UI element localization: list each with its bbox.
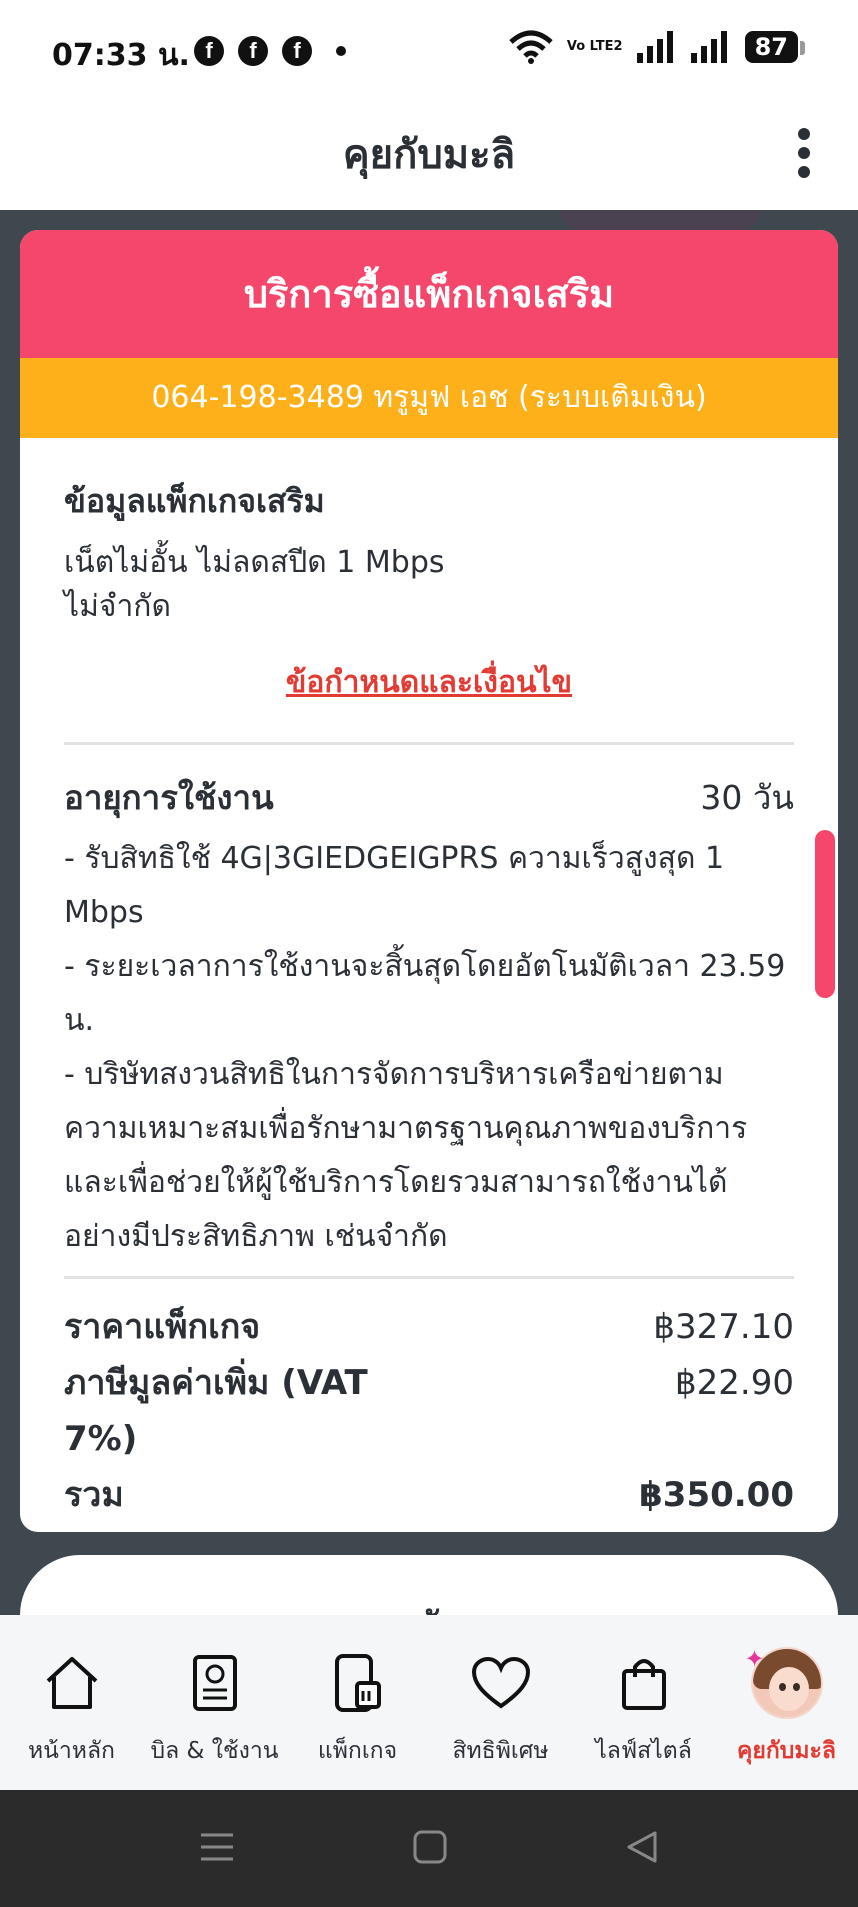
price-row: ราคาแพ็กเกจ ฿327.10 <box>64 1299 794 1355</box>
modal-backdrop: บริการซื้อแพ็กเกจเสริม 064-198-3489 ทรูม… <box>0 210 858 1615</box>
nav-item-privileges[interactable]: สิทธิพิเศษ <box>429 1651 572 1769</box>
price-label: ราคาแพ็กเกจ <box>64 1307 261 1347</box>
bottom-navigation: หน้าหลัก บิล & ใช้งาน แพ็กเกจ สิทธิพิเศษ… <box>0 1615 858 1790</box>
nav-label: สิทธิพิเศษ <box>452 1738 549 1764</box>
total-value: ฿350.00 <box>639 1475 794 1515</box>
nav-item-lifestyle[interactable]: ไลฟ์สไตล์ <box>572 1651 715 1769</box>
notification-icons: f f f <box>194 36 346 66</box>
package-icon <box>333 1651 383 1715</box>
facebook-icon: f <box>238 36 268 66</box>
status-time: 07:33 น. <box>52 38 190 73</box>
validity-value: 30 วัน <box>700 778 794 817</box>
card-content: ข้อมูลแพ็กเกจเสริม เน็ตไม่อั้น ไม่ลดสปีด… <box>20 476 838 1523</box>
nav-item-chat-mali[interactable]: ✦ คุยกับมะลิ <box>715 1645 858 1769</box>
home-icon <box>42 1651 102 1715</box>
facebook-icon: f <box>194 36 224 66</box>
nav-item-package[interactable]: แพ็กเกจ <box>286 1651 429 1769</box>
more-options-icon[interactable] <box>794 128 814 178</box>
back-nav-icon[interactable] <box>625 1830 659 1868</box>
vat-row: ภาษีมูลค่าเพิ่ม (VAT 7%) ฿22.90 <box>64 1355 794 1467</box>
signal-icon <box>636 31 677 63</box>
system-navigation-bar <box>0 1790 858 1907</box>
divider <box>64 1276 794 1279</box>
validity-row: อายุการใช้งาน 30 วัน <box>64 771 794 824</box>
recent-apps-icon[interactable] <box>199 1831 235 1867</box>
package-info-title: ข้อมูลแพ็กเกจเสริม <box>64 482 325 520</box>
scrollbar-thumb[interactable] <box>815 830 835 998</box>
phone-number-banner: 064-198-3489 ทรูมูฟ เอช (ระบบเติมเงิน) <box>20 358 838 438</box>
signal-icon <box>690 31 731 63</box>
status-bar: 07:33 น. f f f Vo LTE2 87 <box>0 0 858 100</box>
back-button[interactable]: กลับ <box>20 1555 838 1615</box>
nav-item-home[interactable]: หน้าหลัก <box>0 1651 143 1769</box>
description-scroll-area[interactable]: - รับสิทธิใช้ 4G|3GIEDGEIGPRS ความเร็วสู… <box>64 832 794 1256</box>
page-title: คุยกับมะลิ <box>342 132 516 178</box>
heart-icon <box>471 1651 531 1715</box>
facebook-icon: f <box>282 36 312 66</box>
validity-label: อายุการใช้งาน <box>64 778 274 817</box>
app-header: คุยกับมะลิ <box>0 100 858 210</box>
battery-icon: 87 <box>744 31 806 63</box>
price-value: ฿327.10 <box>653 1307 794 1347</box>
volte-icon: Vo LTE2 <box>566 39 623 54</box>
package-purchase-card: บริการซื้อแพ็กเกจเสริม 064-198-3489 ทรูม… <box>20 230 838 1532</box>
nav-label: แพ็กเกจ <box>317 1738 398 1764</box>
wifi-icon <box>509 30 553 64</box>
divider <box>64 742 794 745</box>
more-notifications-dot-icon <box>336 46 346 56</box>
home-button-icon[interactable] <box>413 1830 447 1868</box>
nav-label: บิล & ใช้งาน <box>150 1738 279 1764</box>
sparkle-icon: ✦ <box>744 1645 765 1673</box>
total-row: รวม ฿350.00 <box>64 1467 794 1523</box>
mali-avatar-icon: ✦ <box>745 1645 823 1719</box>
package-description: - รับสิทธิใช้ 4G|3GIEDGEIGPRS ความเร็วสู… <box>64 841 786 1254</box>
vat-label: ภาษีมูลค่าเพิ่ม (VAT 7%) <box>64 1363 368 1459</box>
bill-icon <box>192 1651 238 1715</box>
background-element <box>560 210 760 230</box>
vat-value: ฿22.90 <box>675 1363 794 1403</box>
nav-label: คุยกับมะลิ <box>737 1738 836 1764</box>
nav-item-bill[interactable]: บิล & ใช้งาน <box>143 1651 286 1769</box>
nav-label: ไลฟ์สไตล์ <box>595 1738 692 1764</box>
terms-link[interactable]: ข้อกำหนดและเงื่อนไข <box>64 659 794 706</box>
package-info-line: ไม่จำกัด <box>64 589 171 624</box>
card-title: บริการซื้อแพ็กเกจเสริม <box>20 230 838 358</box>
nav-label: หน้าหลัก <box>28 1738 115 1764</box>
shopping-bag-icon <box>621 1651 667 1715</box>
package-info-line: เน็ตไม่อั้น ไม่ลดสปีด 1 Mbps <box>64 545 445 580</box>
total-label: รวม <box>64 1475 124 1515</box>
status-indicators: Vo LTE2 87 <box>509 30 806 64</box>
